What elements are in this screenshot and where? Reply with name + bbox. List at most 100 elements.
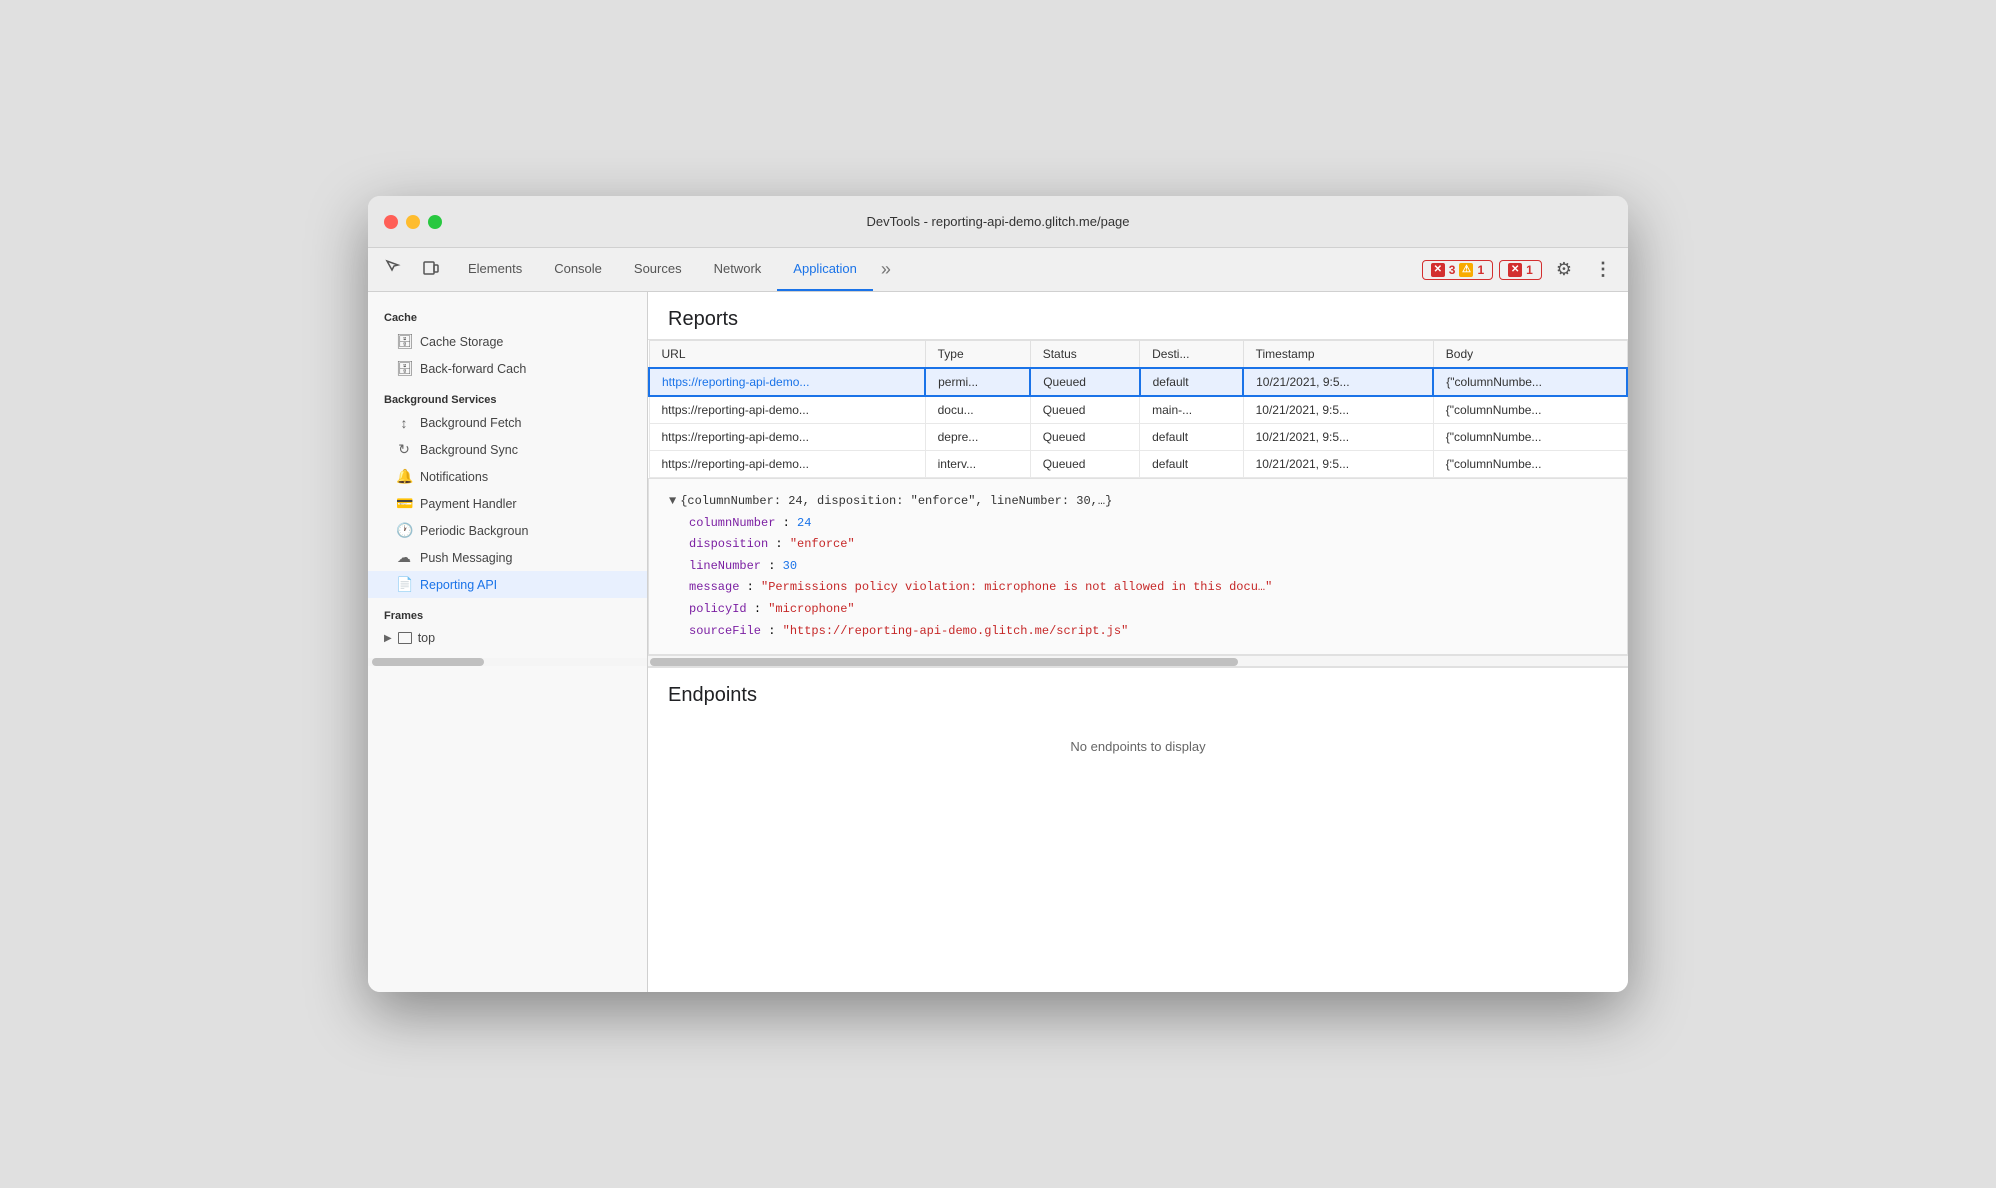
sidebar-item-periodic-bg[interactable]: 🕐 Periodic Backgroun xyxy=(368,517,647,544)
sidebar-item-bg-sync[interactable]: ↻ Background Sync xyxy=(368,436,647,463)
row-dest: default xyxy=(1140,424,1244,451)
error-badge-2[interactable]: ✕ 1 xyxy=(1499,260,1542,280)
traffic-lights xyxy=(384,215,442,229)
col-timestamp: Timestamp xyxy=(1243,341,1433,369)
sidebar-item-push[interactable]: ☁ Push Messaging xyxy=(368,544,647,571)
sidebar-scroll-thumb xyxy=(372,658,484,666)
sidebar-item-back-forward[interactable]: 🗄 Back-forward Cach xyxy=(368,355,647,382)
maximize-button[interactable] xyxy=(428,215,442,229)
tab-sources[interactable]: Sources xyxy=(618,248,698,291)
row-dest: default xyxy=(1140,451,1244,478)
row-dest: main-... xyxy=(1140,396,1244,424)
key-message: message xyxy=(689,580,739,594)
payment-icon: 💳 xyxy=(396,495,412,512)
col-body: Body xyxy=(1433,341,1627,369)
inspect-icon[interactable] xyxy=(376,254,410,285)
no-endpoints-message: No endpoints to display xyxy=(648,715,1628,778)
periodic-bg-label: Periodic Backgroun xyxy=(420,524,528,538)
col-dest: Desti... xyxy=(1140,341,1244,369)
frames-header: Frames xyxy=(368,598,647,626)
table-row[interactable]: https://reporting-api-demo... permi... Q… xyxy=(649,368,1627,396)
sidebar-item-reporting-api[interactable]: 📄 Reporting API xyxy=(368,571,647,598)
back-forward-label: Back-forward Cach xyxy=(420,362,526,376)
devtools-window: DevTools - reporting-api-demo.glitch.me/… xyxy=(368,196,1628,992)
top-frame-label: top xyxy=(418,631,435,645)
sidebar-item-payment[interactable]: 💳 Payment Handler xyxy=(368,490,647,517)
val-sourceFile: "https://reporting-api-demo.glitch.me/sc… xyxy=(783,624,1129,638)
scroll-thumb xyxy=(650,658,1238,666)
toolbar-right: ✕ 3 ⚠ 1 ✕ 1 ⚙ ⋮ xyxy=(1422,255,1620,284)
cache-storage-icon: 🗄 xyxy=(396,333,412,350)
col-status: Status xyxy=(1030,341,1139,369)
val-columnNumber: 24 xyxy=(797,516,811,530)
device-icon[interactable] xyxy=(414,254,448,285)
collapse-icon: ▼ xyxy=(669,491,676,513)
tab-network[interactable]: Network xyxy=(698,248,778,291)
tab-console[interactable]: Console xyxy=(538,248,618,291)
row-url: https://reporting-api-demo... xyxy=(649,451,925,478)
json-prop-policyId: policyId : "microphone" xyxy=(669,599,1607,621)
error-x-icon-2: ✕ xyxy=(1508,263,1522,277)
toolbar: Elements Console Sources Network Applica… xyxy=(368,248,1628,292)
row-type: permi... xyxy=(925,368,1030,396)
row-dest: default xyxy=(1140,368,1244,396)
col-type: Type xyxy=(925,341,1030,369)
row-timestamp: 10/21/2021, 9:5... xyxy=(1243,396,1433,424)
row-status: Queued xyxy=(1030,424,1139,451)
sidebar-item-bg-fetch[interactable]: ↕ Background Fetch xyxy=(368,410,647,436)
sidebar-item-notifications[interactable]: 🔔 Notifications xyxy=(368,463,647,490)
bg-fetch-icon: ↕ xyxy=(396,415,412,431)
table-row[interactable]: https://reporting-api-demo... depre... Q… xyxy=(649,424,1627,451)
row-timestamp: 10/21/2021, 9:5... xyxy=(1243,368,1433,396)
main-content: Cache 🗄 Cache Storage 🗄 Back-forward Cac… xyxy=(368,292,1628,992)
bg-sync-label: Background Sync xyxy=(420,443,518,457)
back-forward-icon: 🗄 xyxy=(396,360,412,377)
table-row[interactable]: https://reporting-api-demo... docu... Qu… xyxy=(649,396,1627,424)
more-tabs-button[interactable]: » xyxy=(873,255,899,284)
horizontal-scrollbar[interactable] xyxy=(648,655,1628,667)
key-disposition: disposition xyxy=(689,537,768,551)
close-button[interactable] xyxy=(384,215,398,229)
tab-elements[interactable]: Elements xyxy=(452,248,538,291)
val-policyId: "microphone" xyxy=(768,602,854,616)
cache-storage-label: Cache Storage xyxy=(420,335,503,349)
reports-header: Reports xyxy=(648,292,1628,340)
bg-sync-icon: ↻ xyxy=(396,441,412,458)
sidebar-item-cache-storage[interactable]: 🗄 Cache Storage xyxy=(368,328,647,355)
more-options-icon[interactable]: ⋮ xyxy=(1586,255,1620,284)
error-count-1: 3 xyxy=(1449,263,1456,277)
tab-application[interactable]: Application xyxy=(777,248,873,291)
error-count-2: 1 xyxy=(1526,263,1533,277)
window-title: DevTools - reporting-api-demo.glitch.me/… xyxy=(866,214,1129,229)
row-status: Queued xyxy=(1030,396,1139,424)
warn-icon: ⚠ xyxy=(1459,263,1473,277)
row-url: https://reporting-api-demo... xyxy=(649,424,925,451)
json-summary-text: {columnNumber: 24, disposition: "enforce… xyxy=(680,491,1112,513)
row-type: interv... xyxy=(925,451,1030,478)
row-url: https://reporting-api-demo... xyxy=(649,368,925,396)
frame-icon xyxy=(398,632,412,644)
reporting-api-icon: 📄 xyxy=(396,576,412,593)
settings-icon[interactable]: ⚙ xyxy=(1548,255,1580,284)
sidebar-scrollbar[interactable] xyxy=(368,658,647,666)
row-body: {"columnNumbe... xyxy=(1433,424,1627,451)
sidebar-item-top-frame[interactable]: ▶ top xyxy=(368,626,647,650)
payment-label: Payment Handler xyxy=(420,497,517,511)
push-label: Push Messaging xyxy=(420,551,512,565)
json-detail-panel: ▼ {columnNumber: 24, disposition: "enfor… xyxy=(648,478,1628,655)
push-icon: ☁ xyxy=(396,549,412,566)
key-sourceFile: sourceFile xyxy=(689,624,761,638)
error-badge-1[interactable]: ✕ 3 ⚠ 1 xyxy=(1422,260,1493,280)
notifications-label: Notifications xyxy=(420,470,488,484)
bg-fetch-label: Background Fetch xyxy=(420,416,521,430)
warn-count: 1 xyxy=(1477,263,1484,277)
val-message: "Permissions policy violation: microphon… xyxy=(761,580,1272,594)
row-type: depre... xyxy=(925,424,1030,451)
val-disposition: "enforce" xyxy=(790,537,855,551)
key-columnNumber: columnNumber xyxy=(689,516,775,530)
json-summary-row[interactable]: ▼ {columnNumber: 24, disposition: "enfor… xyxy=(669,491,1607,513)
minimize-button[interactable] xyxy=(406,215,420,229)
json-prop-message: message : "Permissions policy violation:… xyxy=(669,577,1607,599)
row-timestamp: 10/21/2021, 9:5... xyxy=(1243,451,1433,478)
table-row[interactable]: https://reporting-api-demo... interv... … xyxy=(649,451,1627,478)
